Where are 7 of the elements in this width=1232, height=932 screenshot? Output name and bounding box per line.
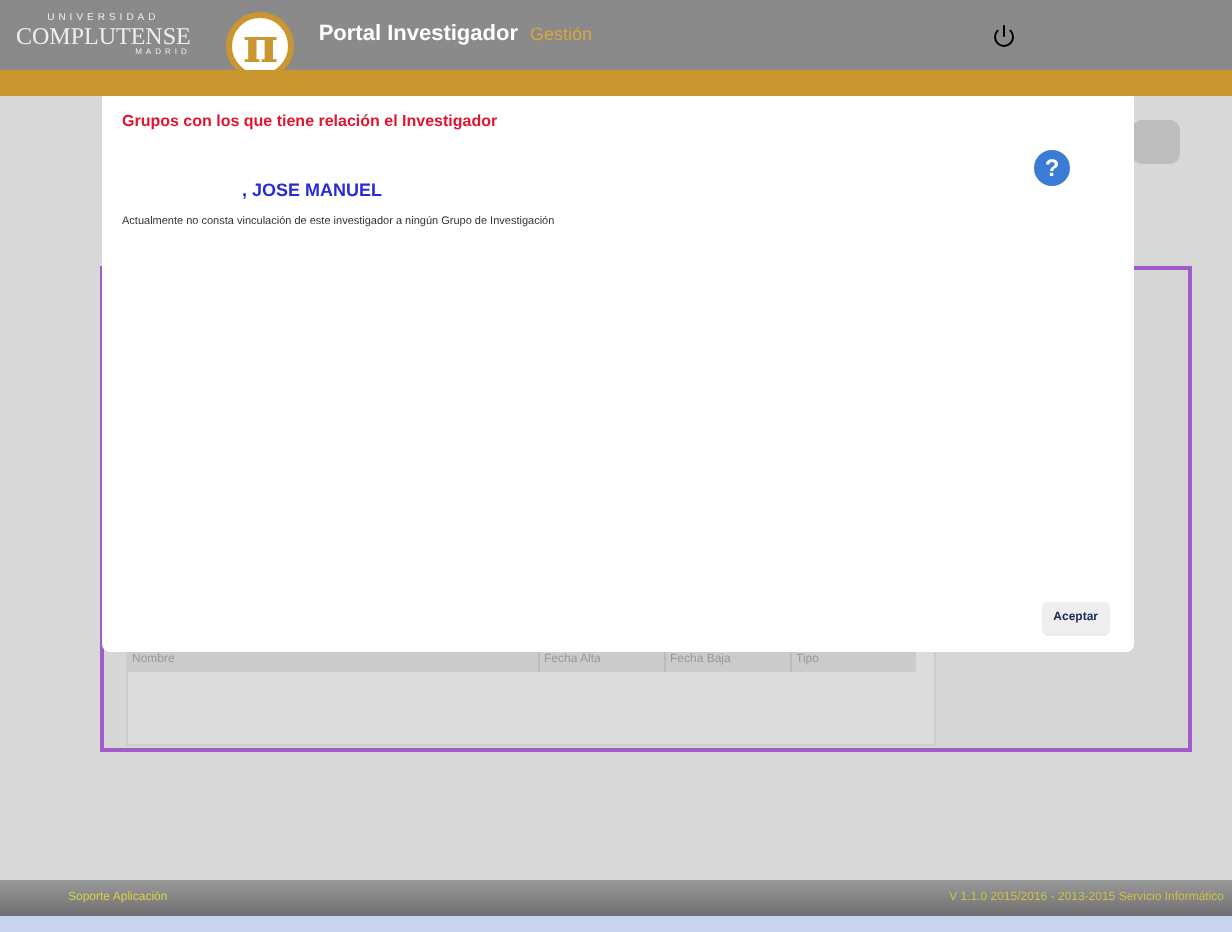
power-icon[interactable] [992,23,1016,47]
help-icon[interactable]: ? [1034,150,1070,186]
portal-subtitle: Gestión [529,21,593,48]
logo-text: COMPLUTENSE [16,24,191,48]
portal-title: Portal Investigador [318,20,518,51]
dialog-title: Grupos con los que tiene relación el Investigador [122,110,500,134]
researcher-name: , JOSE MANUEL [242,178,385,204]
